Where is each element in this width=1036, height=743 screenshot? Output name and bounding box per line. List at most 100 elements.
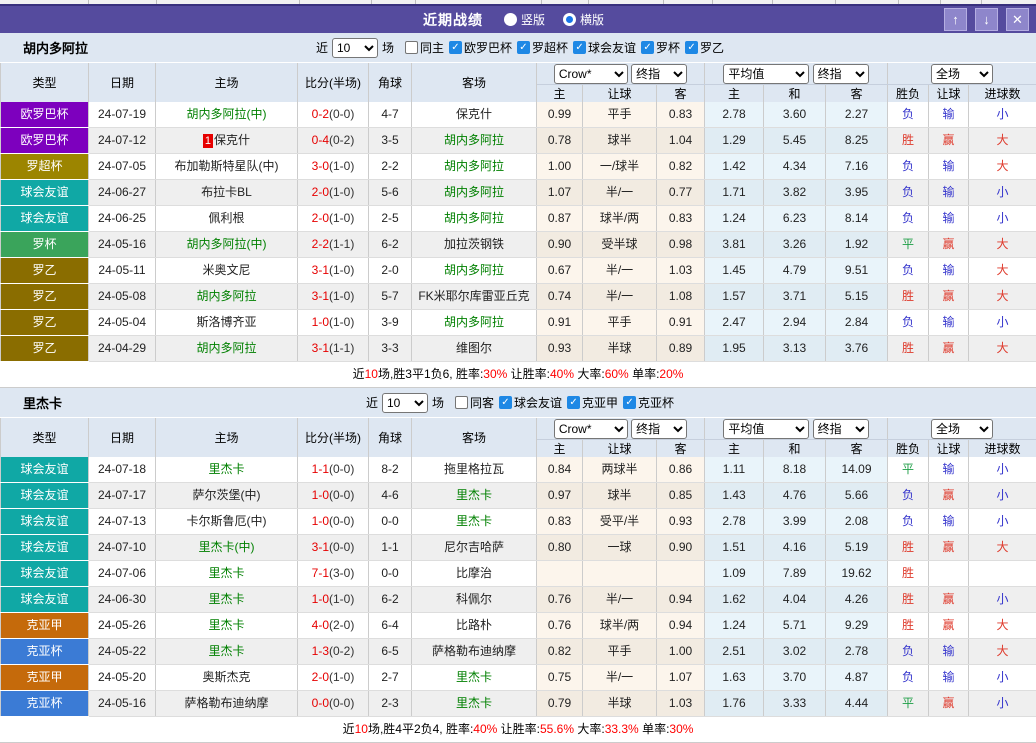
average-select[interactable]: 平均值 bbox=[723, 419, 809, 439]
home-team-name: 米奥文尼 bbox=[202, 263, 250, 277]
avg-home: 1.76 bbox=[705, 691, 764, 717]
subcol-result: 胜负 bbox=[888, 440, 929, 458]
league-filter[interactable]: 球会友谊 bbox=[499, 394, 562, 411]
match-row: 球会友谊24-06-27布拉卡BL2-0(1-0)5-6胡内多阿拉1.07半/一… bbox=[1, 180, 1036, 206]
result-handicap: 赢 bbox=[929, 232, 969, 258]
league-filter-label: 克亚杯 bbox=[638, 394, 674, 411]
result-handicap: 赢 bbox=[929, 336, 969, 362]
avg-home: 1.45 bbox=[705, 258, 764, 284]
match-row: 球会友谊24-07-18里杰卡1-1(0-0)8-2拖里格拉瓦0.84两球半0.… bbox=[1, 457, 1036, 483]
odds-handicap: 半/一 bbox=[583, 284, 657, 310]
home-team: 米奥文尼 bbox=[156, 258, 298, 284]
avg-home: 1.71 bbox=[705, 180, 764, 206]
odds-home bbox=[537, 561, 583, 587]
league-filter[interactable]: 罗乙 bbox=[685, 39, 724, 56]
recent-count-select[interactable]: 10 bbox=[382, 393, 428, 413]
odds-home: 0.87 bbox=[537, 206, 583, 232]
score: 1-3(0-2) bbox=[298, 639, 369, 665]
result-goals: 小 bbox=[969, 206, 1036, 232]
checkbox-icon[interactable] bbox=[567, 396, 580, 409]
avg-away: 8.14 bbox=[826, 206, 888, 232]
result-goals: 大 bbox=[969, 232, 1036, 258]
avg-away: 5.66 bbox=[826, 483, 888, 509]
fulltime-score: 1-1 bbox=[312, 462, 329, 476]
odds-home: 0.79 bbox=[537, 691, 583, 717]
section-summary: 近10场,胜3平1负6, 胜率:30% 让胜率:40% 大率:60% 单率:20… bbox=[0, 362, 1036, 388]
away-team: 胡内多阿拉 bbox=[412, 154, 537, 180]
result-goals: 大 bbox=[969, 535, 1036, 561]
league-filter[interactable]: 罗超杯 bbox=[517, 39, 568, 56]
league-filter-label: 球会友谊 bbox=[514, 394, 562, 411]
match-row: 罗乙24-05-11米奥文尼3-1(1-0)2-0胡内多阿拉0.67半/一1.0… bbox=[1, 258, 1036, 284]
corners: 3-9 bbox=[369, 310, 412, 336]
league-filter[interactable]: 欧罗巴杯 bbox=[449, 39, 512, 56]
move-down-button[interactable]: ↓ bbox=[975, 8, 998, 31]
fulltime-score: 2-0 bbox=[312, 185, 329, 199]
avg-draw: 3.33 bbox=[764, 691, 826, 717]
subcol-result-handicap: 让球 bbox=[929, 440, 969, 458]
league-filter-label: 罗乙 bbox=[700, 39, 724, 56]
same-venue-filter[interactable]: 同主 bbox=[405, 39, 444, 56]
radio-horizontal-layout[interactable]: 横版 bbox=[563, 11, 604, 28]
checkbox-icon[interactable] bbox=[455, 396, 468, 409]
checkbox-icon[interactable] bbox=[685, 41, 698, 54]
home-team: 胡内多阿拉 bbox=[156, 336, 298, 362]
fulltime-score: 3-1 bbox=[312, 289, 329, 303]
checkbox-icon[interactable] bbox=[623, 396, 636, 409]
corners: 3-5 bbox=[369, 128, 412, 154]
average-ref-select[interactable]: 终指 bbox=[813, 64, 869, 84]
score: 0-2(0-0) bbox=[298, 102, 369, 128]
avg-away: 3.95 bbox=[826, 180, 888, 206]
league-filter[interactable]: 克亚甲 bbox=[567, 394, 618, 411]
avg-draw: 6.23 bbox=[764, 206, 826, 232]
score: 1-0(0-0) bbox=[298, 483, 369, 509]
odds-handicap bbox=[583, 561, 657, 587]
result-outcome: 胜 bbox=[888, 587, 929, 613]
checkbox-icon[interactable] bbox=[449, 41, 462, 54]
average-ref-select[interactable]: 终指 bbox=[813, 419, 869, 439]
result-goals: 小 bbox=[969, 691, 1036, 717]
corners: 0-0 bbox=[369, 561, 412, 587]
league-filter[interactable]: 克亚杯 bbox=[623, 394, 674, 411]
checkbox-icon[interactable] bbox=[405, 41, 418, 54]
summary-text: 40% bbox=[473, 722, 497, 736]
checkbox-icon[interactable] bbox=[499, 396, 512, 409]
league-filter[interactable]: 罗杯 bbox=[641, 39, 680, 56]
halftime-score: (1-0) bbox=[329, 670, 354, 684]
move-up-button[interactable]: ↑ bbox=[944, 8, 967, 31]
avg-home: 1.24 bbox=[705, 613, 764, 639]
bookmaker-select[interactable]: Crow* bbox=[554, 419, 628, 439]
result-goals: 小 bbox=[969, 665, 1036, 691]
same-venue-filter[interactable]: 同客 bbox=[455, 394, 494, 411]
checkbox-icon[interactable] bbox=[573, 41, 586, 54]
result-outcome: 负 bbox=[888, 639, 929, 665]
league-filter-label: 罗超杯 bbox=[532, 39, 568, 56]
fulltime-score: 1-3 bbox=[312, 644, 329, 658]
checkbox-icon[interactable] bbox=[517, 41, 530, 54]
bookmaker-ref-select[interactable]: 终指 bbox=[631, 419, 687, 439]
bookmaker-select[interactable]: Crow* bbox=[554, 64, 628, 84]
odds-handicap: 一球 bbox=[583, 535, 657, 561]
scope-select[interactable]: 全场 bbox=[931, 419, 993, 439]
bookmaker-ref-select[interactable]: 终指 bbox=[631, 64, 687, 84]
league-filter[interactable]: 球会友谊 bbox=[573, 39, 636, 56]
result-outcome: 胜 bbox=[888, 284, 929, 310]
avg-home: 1.51 bbox=[705, 535, 764, 561]
recent-count-select[interactable]: 10 bbox=[332, 38, 378, 58]
close-button[interactable]: ✕ bbox=[1006, 8, 1029, 31]
section-filter-row: 里杰卡 近10场同客球会友谊克亚甲克亚杯 bbox=[0, 388, 1036, 418]
recent-label: 近 bbox=[316, 39, 328, 56]
score: 2-0(1-0) bbox=[298, 665, 369, 691]
odds-away: 1.03 bbox=[657, 691, 705, 717]
result-goals: 小 bbox=[969, 457, 1036, 483]
halftime-score: (1-0) bbox=[329, 289, 354, 303]
home-team-name: 卡尔斯鲁厄(中) bbox=[187, 514, 267, 528]
result-goals: 大 bbox=[969, 258, 1036, 284]
checkbox-icon[interactable] bbox=[641, 41, 654, 54]
scope-select[interactable]: 全场 bbox=[931, 64, 993, 84]
score: 3-1(1-0) bbox=[298, 284, 369, 310]
average-select[interactable]: 平均值 bbox=[723, 64, 809, 84]
match-row: 罗乙24-04-29胡内多阿拉3-1(1-1)3-3维图尔0.93半球0.891… bbox=[1, 336, 1036, 362]
radio-vertical-layout[interactable]: 竖版 bbox=[504, 11, 545, 28]
avg-home: 2.51 bbox=[705, 639, 764, 665]
